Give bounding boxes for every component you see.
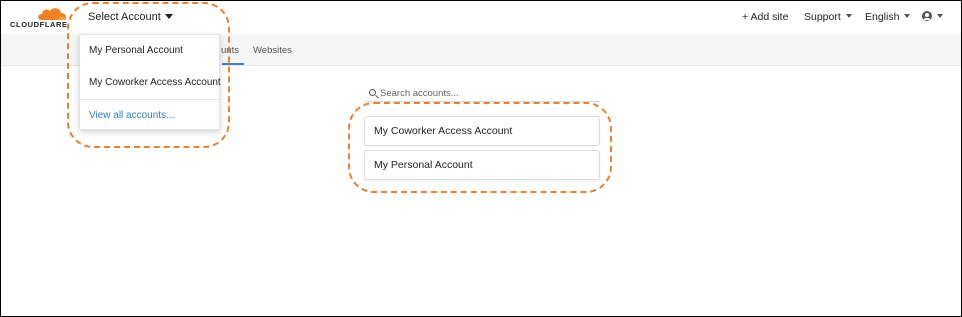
account-search bbox=[365, 85, 600, 102]
language-menu[interactable]: English bbox=[865, 11, 911, 23]
account-card-personal[interactable]: My Personal Account bbox=[364, 150, 600, 180]
user-menu[interactable] bbox=[922, 11, 943, 23]
select-account-label: Select Account bbox=[88, 11, 161, 23]
view-all-accounts-link[interactable]: View all accounts... bbox=[80, 100, 219, 132]
search-icon bbox=[369, 89, 376, 96]
support-label: Support bbox=[804, 11, 841, 23]
caret-down-icon bbox=[937, 14, 943, 19]
caret-down-icon bbox=[845, 14, 852, 19]
caret-down-icon bbox=[904, 14, 911, 19]
support-menu[interactable]: Support bbox=[804, 11, 852, 23]
cloudflare-logo[interactable]: CLOUDFLARE bbox=[10, 7, 70, 29]
logo-text: CLOUDFLARE bbox=[10, 20, 68, 29]
select-account-button[interactable]: Select Account bbox=[88, 11, 173, 23]
dropdown-item-personal-account[interactable]: My Personal Account bbox=[80, 35, 219, 67]
dropdown-item-coworker-account[interactable]: My Coworker Access Account bbox=[80, 67, 221, 99]
tab-active-indicator bbox=[222, 63, 244, 65]
top-navigation-bar: CLOUDFLARE Select Account + Add site Sup… bbox=[1, 1, 961, 34]
account-card-coworker[interactable]: My Coworker Access Account bbox=[364, 116, 600, 146]
user-icon bbox=[922, 11, 932, 22]
add-site-button[interactable]: + Add site bbox=[742, 11, 788, 23]
language-label: English bbox=[865, 11, 900, 23]
tab-websites[interactable]: Websites bbox=[253, 45, 292, 56]
tab-accounts[interactable]: unts bbox=[221, 45, 239, 56]
add-site-label: + Add site bbox=[742, 11, 789, 23]
cloud-logo-icon bbox=[38, 8, 67, 20]
search-input[interactable] bbox=[380, 86, 595, 100]
account-dropdown-menu: My Personal Account My Coworker Access A… bbox=[79, 34, 221, 132]
caret-down-icon bbox=[164, 13, 173, 19]
